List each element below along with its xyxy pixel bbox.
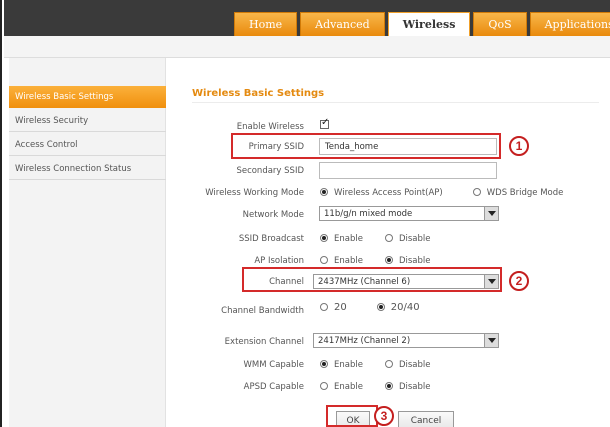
ap-isolation-disable-label: Disable [398,256,431,266]
wmm-disable-radio[interactable] [384,360,393,368]
working-mode-radios: Wireless Access Point(AP) WDS Bridge Mode [320,188,585,198]
sub-header-strip [4,36,610,58]
apsd-capable-label: APSD Capable [243,382,304,392]
sidebar-item-wireless-security[interactable]: Wireless Security [9,110,166,132]
annotation-badge-1: 1 [509,136,529,156]
apsd-enable-radio[interactable] [320,382,328,390]
tab-qos[interactable]: QoS [473,12,527,36]
ssid-broadcast-disable-radio[interactable] [384,234,393,242]
top-navigation-bar: Home Advanced Wireless QoS Applications [4,0,610,36]
page-title: Wireless Basic Settings [192,88,325,99]
wmm-enable-label: Enable [334,360,363,370]
secondary-ssid-label: Secondary SSID [236,166,304,176]
ssid-broadcast-radios: Enable Disable [320,234,452,244]
working-mode-wds-radio[interactable] [472,188,481,196]
wmm-capable-label: WMM Capable [243,360,304,370]
bandwidth-20-40-radio[interactable] [376,303,385,311]
network-mode-select[interactable]: 11b/g/n mixed mode [319,206,499,221]
ap-isolation-enable-radio[interactable] [320,256,328,264]
network-mode-label: Network Mode [242,210,304,220]
router-admin-page: Home Advanced Wireless QoS Applications … [0,0,610,427]
sidebar-item-wireless-basic-settings[interactable]: Wireless Basic Settings [9,86,166,108]
cancel-button[interactable]: Cancel [398,411,454,427]
enable-wireless-checkbox-wrap [320,117,329,132]
extension-channel-value: 2417MHz (Channel 2) [318,336,411,346]
ap-isolation-label: AP Isolation [254,256,304,266]
annotation-highlight-2 [242,267,502,292]
ap-isolation-disable-radio[interactable] [384,256,393,264]
chevron-down-icon[interactable] [484,207,498,220]
wmm-capable-radios: Enable Disable [320,360,452,370]
ssid-broadcast-label: SSID Broadcast [238,234,304,244]
ssid-broadcast-enable-radio[interactable] [320,234,328,242]
main-tabs: Home Advanced Wireless QoS Applications [234,12,610,36]
chevron-down-icon[interactable] [484,334,498,347]
tab-home[interactable]: Home [234,12,298,36]
tab-wireless[interactable]: Wireless [387,12,471,36]
bandwidth-20-label: 20 [334,302,347,313]
annotation-badge-3: 3 [374,406,394,426]
apsd-disable-radio[interactable] [384,382,393,390]
ap-isolation-enable-label: Enable [334,256,363,266]
wmm-disable-label: Disable [398,360,431,370]
working-mode-ap-label: Wireless Access Point(AP) [334,188,443,198]
enable-wireless-checkbox[interactable] [320,117,329,129]
working-mode-wds-label: WDS Bridge Mode [486,188,564,198]
apsd-disable-label: Disable [398,382,431,392]
sidebar-item-access-control[interactable]: Access Control [9,134,166,156]
wmm-enable-radio[interactable] [320,360,328,368]
extension-channel-label: Extension Channel [224,337,304,347]
tab-applications[interactable]: Applications [529,12,610,36]
annotation-highlight-1 [231,133,501,159]
tab-advanced[interactable]: Advanced [300,12,385,36]
annotation-badge-2: 2 [509,271,529,291]
sidebar: Wireless Basic Settings Wireless Securit… [9,58,166,427]
ssid-broadcast-enable-label: Enable [334,234,363,244]
bandwidth-20-40-label: 20/40 [390,302,420,313]
sidebar-item-wireless-connection-status[interactable]: Wireless Connection Status [9,158,166,180]
working-mode-ap-radio[interactable] [320,188,328,196]
ssid-broadcast-disable-label: Disable [398,234,431,244]
secondary-ssid-input[interactable] [319,162,497,179]
bandwidth-20-radio[interactable] [320,303,328,311]
channel-bandwidth-radios: 20 20/40 [320,302,442,313]
channel-bandwidth-label: Channel Bandwidth [221,306,304,316]
working-mode-label: Wireless Working Mode [205,188,304,198]
title-divider [192,102,599,103]
apsd-capable-radios: Enable Disable [320,382,452,392]
annotation-highlight-3 [326,405,378,427]
enable-wireless-label: Enable Wireless [236,122,304,132]
network-mode-value: 11b/g/n mixed mode [324,209,413,219]
ap-isolation-radios: Enable Disable [320,256,452,266]
extension-channel-select[interactable]: 2417MHz (Channel 2) [313,333,499,348]
apsd-enable-label: Enable [334,382,363,392]
